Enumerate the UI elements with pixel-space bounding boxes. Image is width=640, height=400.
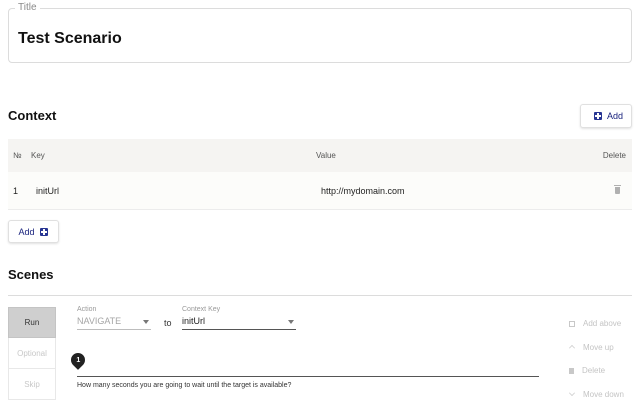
action-value: NAVIGATE: [77, 316, 122, 326]
table-header: № Key Value Delete: [8, 139, 632, 172]
context-key-value: initUrl: [182, 316, 206, 326]
add-context-button[interactable]: Add: [580, 104, 632, 128]
row-key[interactable]: initUrl: [28, 186, 316, 196]
move-up-button[interactable]: Move up: [566, 336, 632, 360]
action-label: Action: [77, 306, 97, 313]
col-value: Value: [316, 151, 336, 160]
col-no: №: [13, 151, 22, 160]
context-key-label: Context Key: [182, 306, 221, 313]
chevron-down-icon: [143, 320, 149, 324]
row-no: 1: [13, 185, 19, 196]
chevron-down-icon: [569, 390, 575, 397]
move-down-label: Move down: [583, 389, 624, 399]
delete-label: Delete: [582, 366, 606, 376]
timeout-slider-track[interactable]: [77, 376, 539, 377]
delete-scene-button[interactable]: Delete: [566, 359, 632, 383]
context-key-select[interactable]: initUrl: [182, 316, 296, 330]
add-context-bottom-button[interactable]: Add: [8, 220, 59, 243]
row-value[interactable]: http://mydomain.com: [316, 186, 596, 196]
col-delete: Delete: [602, 151, 626, 160]
scene-side-buttons: Run Optional Skip: [8, 307, 56, 400]
title-legend: Title: [15, 2, 40, 13]
scenes-divider: [8, 295, 632, 296]
trash-icon[interactable]: [614, 185, 621, 194]
add-bottom-label: Add: [18, 226, 35, 237]
slider-thumb[interactable]: 1: [68, 350, 88, 370]
to-text: to: [164, 318, 172, 328]
add-icon: [39, 227, 48, 236]
scene-actions: Add above Move up Delete Move down: [566, 312, 632, 400]
optional-button[interactable]: Optional: [8, 338, 56, 369]
col-key: Key: [31, 151, 45, 160]
add-above-button[interactable]: Add above: [566, 312, 632, 336]
timeout-helper-text: How many seconds you are going to wait u…: [77, 382, 292, 389]
scenes-heading: Scenes: [8, 267, 54, 282]
context-table: № Key Value Delete 1 initUrl http://mydo…: [8, 139, 632, 210]
skip-button[interactable]: Skip: [8, 369, 56, 400]
trash-icon: [569, 367, 574, 374]
add-icon: [593, 112, 602, 120]
table-row: 1 initUrl http://mydomain.com: [8, 172, 632, 210]
move-up-label: Move up: [583, 342, 614, 352]
row-delete[interactable]: [596, 185, 632, 196]
chevron-down-icon: [288, 320, 294, 324]
chevron-up-icon: [569, 345, 575, 352]
add-context-label: Add: [606, 111, 623, 121]
slider-value: 1: [76, 356, 80, 364]
action-select[interactable]: NAVIGATE: [77, 316, 151, 330]
run-button[interactable]: Run: [8, 307, 56, 338]
add-above-label: Add above: [583, 319, 622, 329]
add-above-icon: [569, 320, 575, 327]
move-down-button[interactable]: Move down: [566, 383, 632, 400]
title-input-value[interactable]: Test Scenario: [18, 30, 122, 48]
title-field[interactable]: Title Test Scenario: [8, 2, 632, 63]
context-heading: Context: [8, 108, 57, 123]
